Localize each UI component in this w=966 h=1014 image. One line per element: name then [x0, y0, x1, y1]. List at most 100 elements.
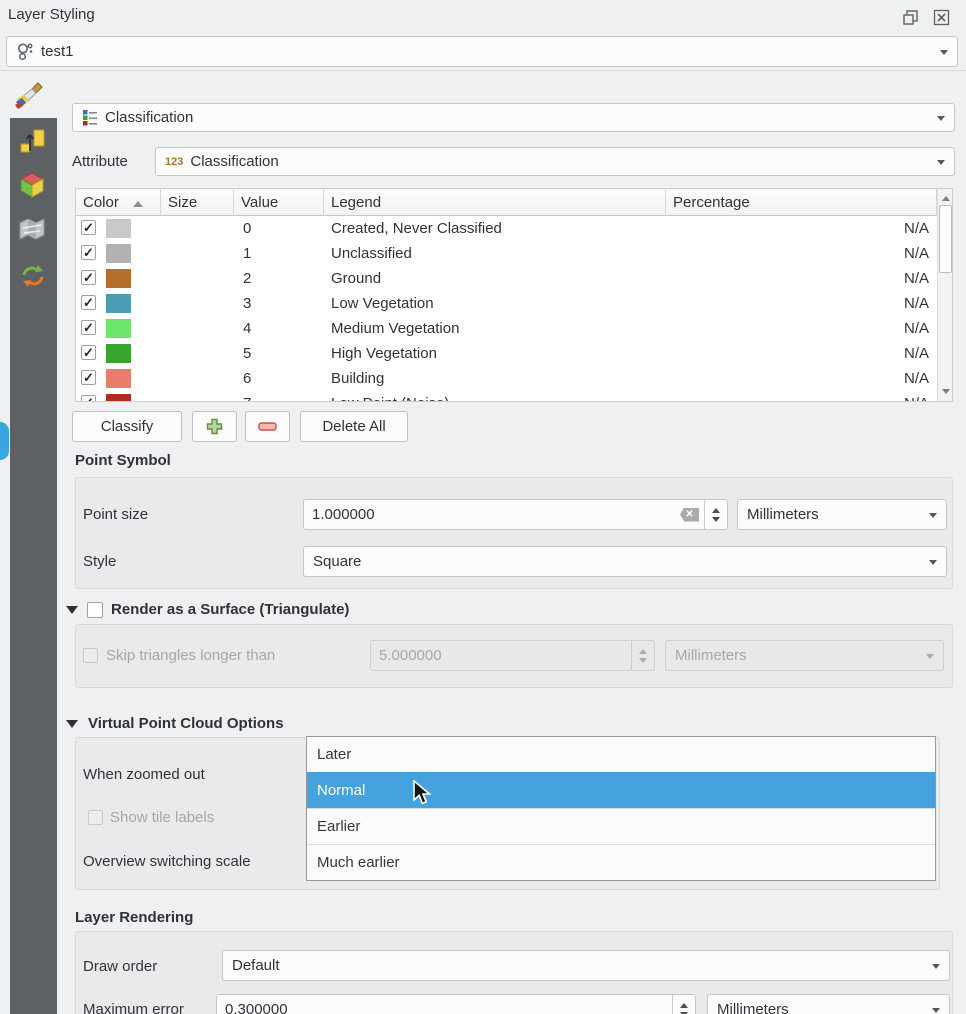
panel-collapse-handle[interactable]	[0, 422, 9, 460]
row-value: 2	[243, 266, 251, 291]
point-size-unit-combo[interactable]: Millimeters	[737, 499, 947, 530]
row-color-chip[interactable]	[106, 394, 131, 401]
remove-class-button[interactable]	[245, 411, 290, 442]
collapse-triangle-icon[interactable]	[66, 720, 78, 728]
table-row[interactable]: ✓ 1 Unclassified N/A	[76, 241, 937, 266]
dropdown-option[interactable]: Earlier	[307, 808, 935, 844]
table-row[interactable]: ✓ 0 Created, Never Classified N/A	[76, 216, 937, 241]
row-visibility-checkbox[interactable]: ✓	[81, 245, 96, 260]
table-row[interactable]: ✓ 5 High Vegetation N/A	[76, 341, 937, 366]
elevation-icon[interactable]	[19, 127, 47, 155]
row-color-chip[interactable]	[106, 219, 131, 238]
row-legend: Low Point (Noise)	[331, 391, 449, 401]
chevron-down-icon	[937, 160, 945, 169]
row-percentage: N/A	[904, 216, 929, 241]
column-header-legend[interactable]: Legend	[324, 189, 666, 216]
row-legend: Low Vegetation	[331, 291, 434, 316]
draw-order-combo[interactable]: Default	[222, 950, 950, 981]
clear-value-icon[interactable]: ✕	[680, 508, 699, 522]
row-color-chip[interactable]	[106, 244, 131, 263]
point-size-input[interactable]: 1.000000 ✕	[303, 499, 728, 530]
panel-title: Layer Styling	[8, 6, 95, 23]
table-row[interactable]: ✓ 4 Medium Vegetation N/A	[76, 316, 937, 341]
max-error-label: Maximum error	[83, 1001, 184, 1014]
delete-all-button[interactable]: Delete All	[300, 411, 408, 442]
row-visibility-checkbox[interactable]: ✓	[81, 270, 96, 285]
close-icon[interactable]	[933, 9, 950, 26]
table-scrollbar[interactable]	[937, 189, 953, 401]
attribute-combo[interactable]: 123 Classification	[155, 147, 955, 176]
column-header-color[interactable]: Color	[76, 189, 161, 216]
column-header-size[interactable]: Size	[161, 189, 234, 216]
show-tile-labels-checkbox[interactable]	[88, 810, 103, 825]
classification-table: Color Size Value Legend Percentage ✓ 0 C…	[75, 188, 953, 402]
draw-order-label: Draw order	[83, 958, 157, 975]
surface-group-checkbox[interactable]	[87, 602, 103, 618]
row-value: 5	[243, 341, 251, 366]
spinner-buttons[interactable]	[704, 500, 727, 529]
scroll-down-button[interactable]	[938, 386, 953, 401]
scrollbar-thumb[interactable]	[939, 205, 952, 273]
row-percentage: N/A	[904, 241, 929, 266]
add-class-button[interactable]	[192, 411, 237, 442]
row-percentage: N/A	[904, 291, 929, 316]
row-color-chip[interactable]	[106, 294, 131, 313]
dropdown-option[interactable]: Much earlier	[307, 844, 935, 880]
row-visibility-checkbox[interactable]: ✓	[81, 220, 96, 235]
surface-heading[interactable]: Render as a Surface (Triangulate)	[111, 601, 349, 618]
max-error-input[interactable]: 0.300000	[216, 994, 696, 1014]
renderer-type-combo[interactable]: Classification	[72, 103, 955, 132]
vpc-heading[interactable]: Virtual Point Cloud Options	[88, 715, 284, 732]
collapse-triangle-icon[interactable]	[66, 606, 78, 614]
integer-field-icon: 123	[165, 156, 183, 168]
attribute-label: Attribute	[72, 153, 128, 170]
table-row[interactable]: ✓ 7 Low Point (Noise) N/A	[76, 391, 937, 401]
row-visibility-checkbox[interactable]: ✓	[81, 295, 96, 310]
layer-styling-panel: Layer Styling test1	[0, 0, 966, 1014]
table-row[interactable]: ✓ 3 Low Vegetation N/A	[76, 291, 937, 316]
plus-icon	[206, 418, 223, 435]
row-color-chip[interactable]	[106, 269, 131, 288]
float-window-icon[interactable]	[902, 9, 919, 26]
point-size-label: Point size	[83, 506, 148, 523]
classify-button[interactable]: Classify	[72, 411, 182, 442]
classified-renderer-icon	[82, 109, 98, 126]
style-label: Style	[83, 553, 116, 570]
vpc-dropdown: Later Normal Earlier Much earlier	[306, 736, 936, 881]
style-combo[interactable]: Square	[303, 546, 947, 577]
layer-rendering-heading: Layer Rendering	[75, 909, 193, 926]
column-header-value[interactable]: Value	[234, 189, 324, 216]
dropdown-option[interactable]: Normal	[307, 772, 935, 808]
history-icon[interactable]	[19, 262, 47, 290]
row-visibility-checkbox[interactable]: ✓	[81, 370, 96, 385]
spinner-buttons	[631, 641, 654, 670]
spinner-buttons[interactable]	[672, 995, 695, 1014]
chevron-down-icon	[929, 560, 937, 569]
labels-map-icon[interactable]	[17, 216, 47, 244]
show-tile-labels-label: Show tile labels	[110, 809, 214, 826]
row-visibility-checkbox[interactable]: ✓	[81, 345, 96, 360]
table-row[interactable]: ✓ 6 Building N/A	[76, 366, 937, 391]
max-error-unit-combo[interactable]: Millimeters	[707, 994, 950, 1014]
minus-icon	[258, 422, 277, 431]
skip-triangles-checkbox[interactable]	[83, 648, 98, 663]
when-zoomed-out-label: When zoomed out	[83, 766, 205, 783]
attribute-value: Classification	[190, 153, 278, 170]
point-symbol-heading: Point Symbol	[75, 452, 171, 469]
symbology-paintbrush-icon[interactable]	[14, 80, 44, 110]
scroll-up-button[interactable]	[938, 189, 953, 204]
row-color-chip[interactable]	[106, 369, 131, 388]
row-color-chip[interactable]	[106, 344, 131, 363]
row-legend: Building	[331, 366, 384, 391]
layer-select-combo[interactable]: test1	[6, 36, 958, 67]
3d-view-cube-icon[interactable]	[17, 170, 47, 200]
row-visibility-checkbox[interactable]: ✓	[81, 395, 96, 401]
dropdown-option[interactable]: Later	[307, 737, 935, 772]
row-color-chip[interactable]	[106, 319, 131, 338]
row-legend: High Vegetation	[331, 341, 437, 366]
overview-scale-label: Overview switching scale	[83, 853, 251, 870]
chevron-down-icon	[937, 116, 945, 125]
row-visibility-checkbox[interactable]: ✓	[81, 320, 96, 335]
column-header-percentage[interactable]: Percentage	[666, 189, 937, 216]
table-row[interactable]: ✓ 2 Ground N/A	[76, 266, 937, 291]
